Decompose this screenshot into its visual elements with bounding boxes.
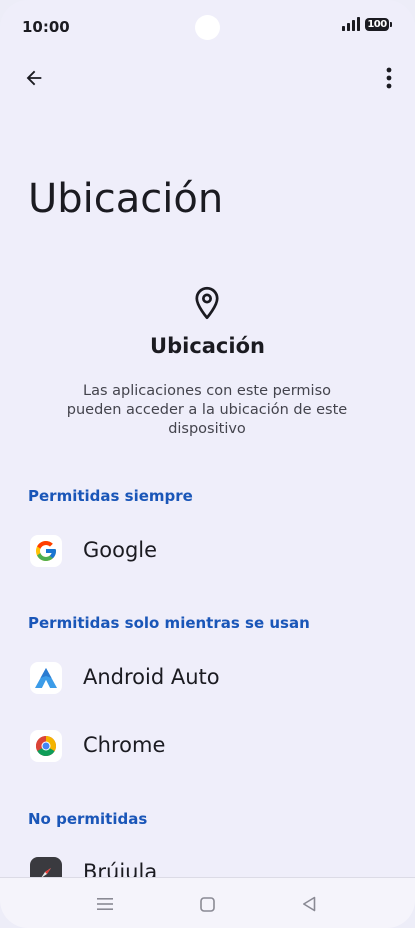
- section-header-denied: No permitidas: [28, 810, 148, 828]
- status-icons: 100: [342, 17, 392, 31]
- app-label-google: Google: [83, 538, 158, 562]
- google-icon: [30, 535, 62, 567]
- more-vert-icon: [386, 67, 392, 89]
- triangle-back-icon: [303, 896, 316, 912]
- front-camera-cutout: [195, 15, 220, 40]
- signal-icon: [342, 17, 360, 31]
- app-label-chrome: Chrome: [83, 733, 166, 757]
- status-time: 10:00: [22, 18, 70, 36]
- app-row-google[interactable]: Google: [0, 521, 415, 581]
- app-label-android-auto: Android Auto: [83, 665, 220, 689]
- permission-title: Ubicación: [150, 334, 265, 358]
- more-options-button[interactable]: [369, 58, 409, 98]
- permission-screen: 10:00 100 Ubicación Ubicación Las aplica…: [0, 0, 415, 928]
- section-header-always: Permitidas siempre: [28, 487, 193, 505]
- menu-lines-icon: [97, 898, 113, 910]
- home-button[interactable]: [195, 892, 219, 916]
- location-pin-icon: [195, 286, 219, 320]
- app-row-android-auto[interactable]: Android Auto: [0, 648, 415, 708]
- android-auto-icon: [30, 662, 62, 694]
- status-bar: 10:00 100: [0, 0, 415, 54]
- recents-button[interactable]: [93, 892, 117, 916]
- permission-description: Las aplicaciones con este permiso pueden…: [66, 383, 348, 437]
- section-header-while-in-use: Permitidas solo mientras se usan: [28, 614, 310, 632]
- battery-icon: 100: [365, 17, 392, 31]
- top-app-bar: [0, 58, 415, 100]
- page-title: Ubicación: [28, 176, 224, 222]
- back-nav-button[interactable]: [297, 892, 321, 916]
- system-navigation-bar: [0, 877, 415, 928]
- back-button[interactable]: [14, 58, 54, 98]
- square-home-icon: [199, 896, 215, 912]
- app-row-chrome[interactable]: Chrome: [0, 716, 415, 776]
- chrome-icon: [30, 730, 62, 762]
- battery-level: 100: [367, 18, 387, 30]
- arrow-back-icon: [26, 70, 42, 86]
